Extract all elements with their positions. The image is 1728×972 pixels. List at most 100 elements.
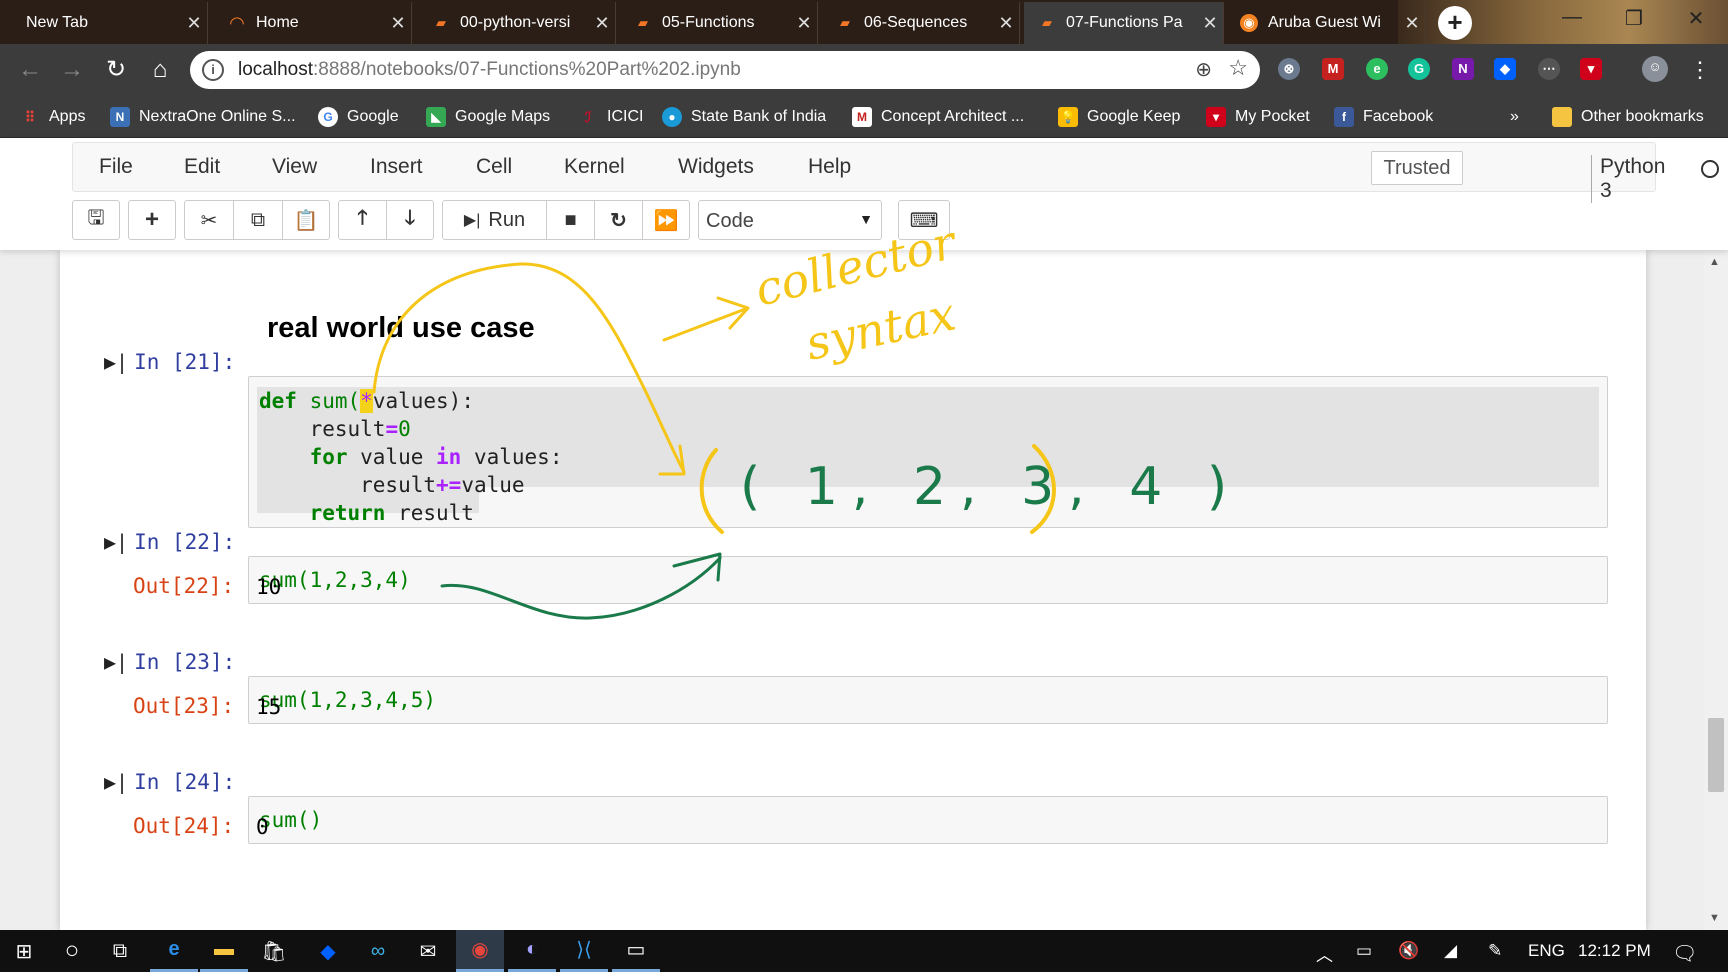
tab-06-sequences[interactable]: ▰ 06-Sequences ✕: [822, 2, 1020, 44]
window-close-icon[interactable]: ✕: [1676, 6, 1716, 31]
close-icon[interactable]: ✕: [181, 13, 207, 34]
tray-overflow-icon[interactable]: ︿: [1316, 941, 1333, 966]
scroll-up-icon[interactable]: ▲: [1709, 256, 1720, 268]
maximize-icon[interactable]: ❐: [1614, 6, 1654, 31]
extension-blocker-icon[interactable]: ⊗: [1278, 58, 1300, 80]
dropbox-icon[interactable]: ◆: [304, 930, 352, 972]
tab-home[interactable]: ◠ Home ✕: [214, 2, 412, 44]
close-icon[interactable]: ✕: [791, 13, 817, 34]
action-center-icon[interactable]: 🗨: [1672, 941, 1697, 966]
cortana-search-icon[interactable]: ○: [48, 930, 96, 972]
mail-icon[interactable]: ✉: [404, 930, 452, 972]
eclipse-icon[interactable]: ◐: [508, 930, 556, 972]
tab-new-tab[interactable]: New Tab ✕: [12, 2, 208, 44]
restart-kernel-icon[interactable]: ↻: [595, 201, 643, 239]
cell-type-select[interactable]: Code ▼: [698, 200, 882, 240]
bookmark-google-keep[interactable]: 💡 Google Keep: [1058, 104, 1180, 130]
scrollbar-thumb[interactable]: [1708, 718, 1724, 792]
code-cell-input[interactable]: sum(1,2,3,4): [248, 556, 1608, 604]
profile-avatar[interactable]: ☺: [1642, 56, 1668, 82]
paste-icon[interactable]: 📋: [283, 201, 329, 239]
bookmark-my-pocket[interactable]: ▾ My Pocket: [1206, 104, 1310, 130]
tab-05-functions[interactable]: ▰ 05-Functions ✕: [620, 2, 818, 44]
browser-menu-icon[interactable]: ⋮: [1684, 54, 1716, 86]
menu-file[interactable]: File: [99, 155, 133, 179]
file-explorer-icon[interactable]: ▬: [200, 930, 248, 972]
bookmarks-overflow-button[interactable]: »: [1510, 104, 1519, 130]
close-icon[interactable]: ✕: [1197, 13, 1223, 34]
site-info-icon[interactable]: i: [202, 59, 224, 81]
cut-icon[interactable]: ✂: [185, 201, 234, 239]
bookmark-star-icon[interactable]: ☆: [1228, 55, 1248, 81]
interrupt-kernel-icon[interactable]: ■: [547, 201, 595, 239]
bookmark-google-maps[interactable]: ◣ Google Maps: [426, 104, 550, 130]
code-cell-input[interactable]: def sum(*values): result=0 for value in …: [248, 376, 1608, 528]
run-button[interactable]: ▶| Run: [443, 201, 547, 239]
move-down-icon[interactable]: 🡓: [387, 201, 433, 239]
zoom-icon[interactable]: ⊕: [1195, 57, 1212, 82]
edge-icon[interactable]: e: [150, 930, 198, 972]
run-cell-icon[interactable]: ▶|: [104, 770, 128, 794]
new-tab-button[interactable]: +: [1438, 6, 1472, 40]
evernote-extension-icon[interactable]: e: [1366, 58, 1388, 80]
onenote-extension-icon[interactable]: N: [1452, 58, 1474, 80]
close-icon[interactable]: ✕: [993, 13, 1019, 34]
task-view-icon[interactable]: ⧉: [96, 930, 144, 972]
windows-start-icon[interactable]: ⊞: [0, 930, 48, 972]
menu-kernel[interactable]: Kernel: [564, 155, 625, 179]
menu-cell[interactable]: Cell: [476, 155, 512, 179]
close-icon[interactable]: ✕: [1399, 13, 1425, 34]
grammarly-extension-icon[interactable]: G: [1408, 58, 1430, 80]
save-icon[interactable]: 🖫: [73, 201, 119, 239]
run-cell-icon[interactable]: ▶|: [104, 530, 128, 554]
trusted-badge[interactable]: Trusted: [1371, 151, 1463, 185]
tab-00-python[interactable]: ▰ 00-python-versi ✕: [418, 2, 616, 44]
code-cell-input[interactable]: sum(1,2,3,4,5): [248, 676, 1608, 724]
language-indicator[interactable]: ENG: [1528, 941, 1565, 961]
move-up-icon[interactable]: 🡑: [339, 201, 387, 239]
devtools-extension-icon[interactable]: ⋯: [1538, 58, 1560, 80]
store-icon[interactable]: 🛍: [250, 930, 298, 972]
pen-icon[interactable]: ✎: [1488, 941, 1502, 961]
insert-cell-icon[interactable]: +: [129, 201, 175, 239]
menu-insert[interactable]: Insert: [370, 155, 423, 179]
reload-icon[interactable]: ↻: [100, 54, 132, 86]
copy-icon[interactable]: ⧉: [234, 201, 283, 239]
forward-icon[interactable]: →: [56, 54, 88, 86]
infinity-app-icon[interactable]: ∞: [354, 930, 402, 972]
menu-widgets[interactable]: Widgets: [678, 155, 754, 179]
pocket-extension-icon[interactable]: ▾: [1580, 58, 1602, 80]
home-icon[interactable]: ⌂: [144, 54, 176, 86]
restart-run-all-icon[interactable]: ⏩: [643, 201, 689, 239]
clock[interactable]: 12:12 PM: [1578, 941, 1651, 961]
run-cell-icon[interactable]: ▶|: [104, 650, 128, 674]
bookmark-apps[interactable]: ⠿ Apps: [20, 104, 86, 130]
menu-view[interactable]: View: [272, 155, 317, 179]
address-bar[interactable]: i localhost:8888/notebooks/07-Functions%…: [190, 51, 1260, 89]
gmail-extension-icon[interactable]: M: [1322, 58, 1344, 80]
minimize-icon[interactable]: —: [1552, 6, 1592, 29]
code-cell-input[interactable]: sum(): [248, 796, 1608, 844]
scroll-down-icon[interactable]: ▼: [1709, 912, 1720, 924]
menu-help[interactable]: Help: [808, 155, 851, 179]
page-scrollbar[interactable]: [1704, 250, 1728, 930]
wifi-icon[interactable]: ◢: [1444, 941, 1457, 961]
menu-edit[interactable]: Edit: [184, 155, 220, 179]
bookmark-other[interactable]: Other bookmarks: [1552, 104, 1704, 130]
dropbox-extension-icon[interactable]: ◆: [1494, 58, 1516, 80]
bookmark-facebook[interactable]: f Facebook: [1334, 104, 1433, 130]
battery-icon[interactable]: ▭: [1356, 941, 1372, 961]
tab-aruba[interactable]: ◉ Aruba Guest Wi ✕: [1226, 2, 1426, 44]
bookmark-nextraone[interactable]: N NextraOne Online S...: [110, 104, 296, 130]
keyboard-shortcuts-icon[interactable]: ⌨: [899, 201, 949, 239]
back-icon[interactable]: ←: [14, 54, 46, 86]
volume-muted-icon[interactable]: 🔇: [1398, 941, 1419, 961]
close-icon[interactable]: ✕: [589, 13, 615, 34]
vscode-icon[interactable]: ⟩⟨: [560, 930, 608, 972]
close-icon[interactable]: ✕: [385, 13, 411, 34]
chrome-icon[interactable]: ◉: [456, 930, 504, 972]
bookmark-concept-architect[interactable]: M Concept Architect ...: [852, 104, 1024, 130]
tab-07-functions-active[interactable]: ▰ 07-Functions Pa ✕: [1024, 2, 1224, 44]
bookmark-sbi[interactable]: ● State Bank of India: [662, 104, 826, 130]
run-cell-icon[interactable]: ▶|: [104, 350, 128, 374]
